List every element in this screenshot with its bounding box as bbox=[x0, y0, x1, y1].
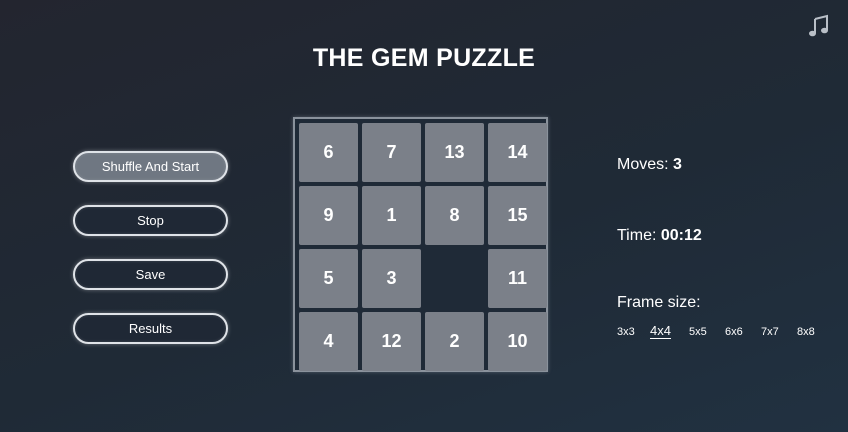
frame-size-option[interactable]: 3x3 bbox=[617, 325, 635, 339]
puzzle-tile[interactable]: 12 bbox=[362, 312, 421, 371]
music-note-icon[interactable] bbox=[808, 14, 830, 38]
frame-size-option[interactable]: 5x5 bbox=[689, 325, 707, 339]
save-button[interactable]: Save bbox=[73, 259, 228, 290]
puzzle-tile[interactable]: 14 bbox=[488, 123, 547, 182]
puzzle-tile[interactable]: 13 bbox=[425, 123, 484, 182]
frame-size-options: 3x3 4x4 5x5 6x6 7x7 8x8 bbox=[617, 323, 837, 343]
frame-size-label: Frame size: bbox=[617, 294, 701, 311]
puzzle-tile[interactable]: 6 bbox=[299, 123, 358, 182]
puzzle-tile[interactable]: 5 bbox=[299, 249, 358, 308]
stop-button[interactable]: Stop bbox=[73, 205, 228, 236]
puzzle-tile[interactable]: 10 bbox=[488, 312, 547, 371]
puzzle-board: 6 7 13 14 9 1 8 15 5 3 11 4 12 2 10 bbox=[293, 117, 548, 372]
puzzle-tile[interactable]: 7 bbox=[362, 123, 421, 182]
time-value: 00:12 bbox=[660, 227, 702, 244]
page-title: THE GEM PUZZLE bbox=[312, 44, 536, 72]
puzzle-tile[interactable]: 8 bbox=[425, 186, 484, 245]
moves-value: 3 bbox=[673, 156, 682, 173]
puzzle-tile[interactable]: 1 bbox=[362, 186, 421, 245]
time-label: Time: bbox=[617, 227, 661, 244]
puzzle-tile[interactable]: 11 bbox=[488, 249, 547, 308]
moves-counter: Moves: 3 bbox=[617, 155, 682, 175]
puzzle-tile[interactable]: 4 bbox=[299, 312, 358, 371]
control-panel: Shuffle And Start Stop Save Results bbox=[73, 151, 229, 367]
puzzle-tile[interactable]: 9 bbox=[299, 186, 358, 245]
results-button[interactable]: Results bbox=[73, 313, 228, 344]
frame-size-option[interactable]: 7x7 bbox=[761, 325, 779, 339]
shuffle-and-start-button[interactable]: Shuffle And Start bbox=[73, 151, 228, 182]
frame-size-option[interactable]: 4x4 bbox=[650, 323, 671, 339]
frame-size-option[interactable]: 8x8 bbox=[797, 325, 815, 339]
frame-size-option[interactable]: 6x6 bbox=[725, 325, 743, 339]
puzzle-tile[interactable]: 2 bbox=[425, 312, 484, 371]
puzzle-tile[interactable]: 15 bbox=[488, 186, 547, 245]
moves-label: Moves: bbox=[617, 156, 674, 173]
puzzle-tile[interactable]: 3 bbox=[362, 249, 421, 308]
timer: Time: 00:12 bbox=[617, 226, 702, 246]
